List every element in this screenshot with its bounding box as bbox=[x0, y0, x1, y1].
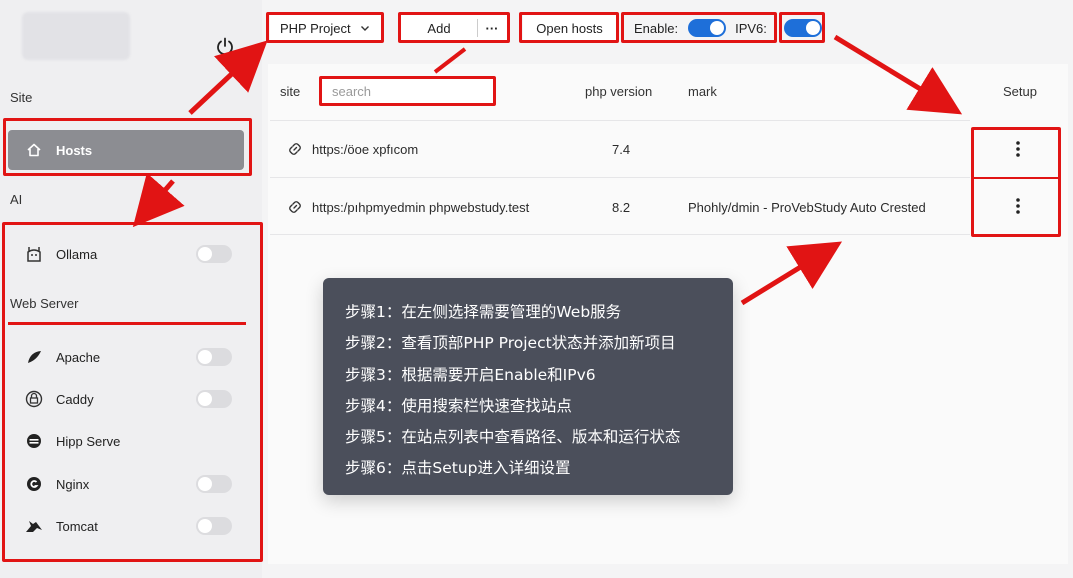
lock-icon bbox=[24, 389, 44, 409]
cat-icon bbox=[24, 516, 44, 536]
tomcat-toggle[interactable] bbox=[196, 517, 232, 535]
ipv6-label: IPV6: bbox=[735, 20, 767, 36]
sidebar-item-hosts[interactable]: Hosts bbox=[8, 130, 244, 170]
sidebar-item-caddy[interactable]: Caddy bbox=[24, 387, 232, 411]
sidebar: Site Hosts AI Ollama Web Server Apache C… bbox=[0, 0, 262, 578]
link-icon bbox=[289, 143, 301, 155]
step-text: 步骤1：在左侧选择需要管理的Web服务 bbox=[345, 303, 622, 321]
sidebar-item-label: Caddy bbox=[56, 391, 94, 407]
sidebar-item-nginx[interactable]: Nginx bbox=[24, 472, 232, 496]
divider bbox=[270, 120, 970, 121]
enable-toggle[interactable] bbox=[688, 19, 727, 37]
steps-tooltip: 步骤1：在左侧选择需要管理的Web服务 步骤2：查看顶部PHP Project状… bbox=[323, 278, 733, 495]
search-input[interactable] bbox=[322, 78, 494, 104]
column-header-mark: mark bbox=[688, 84, 717, 99]
sidebar-item-tomcat[interactable]: Tomcat bbox=[24, 514, 232, 538]
power-icon[interactable] bbox=[214, 36, 236, 58]
sidebar-item-label: Tomcat bbox=[56, 518, 98, 534]
section-label-ai: AI bbox=[10, 192, 23, 207]
sidebar-item-hipp-serve[interactable]: Hipp Serve bbox=[24, 429, 232, 453]
divider bbox=[270, 234, 970, 235]
chevron-down-icon bbox=[360, 26, 369, 31]
sidebar-item-label: Hipp Serve bbox=[56, 433, 121, 449]
apache-toggle[interactable] bbox=[196, 348, 232, 366]
llama-icon bbox=[24, 244, 44, 264]
step-text: 步骤5：在站点列表中查看路径、版本和运行状态 bbox=[345, 428, 681, 447]
project-select-label: PHP Project bbox=[280, 20, 351, 36]
sidebar-item-label: Nginx bbox=[56, 476, 90, 492]
open-hosts-button[interactable]: Open hosts bbox=[523, 14, 616, 42]
section-label-web-server: Web Server bbox=[10, 296, 79, 311]
column-header-site: site bbox=[280, 84, 301, 99]
section-label-site: Site bbox=[10, 90, 33, 105]
sidebar-item-label: Ollama bbox=[56, 246, 98, 262]
caddy-toggle[interactable] bbox=[196, 390, 232, 408]
step-text: 步骤3：根据需要开启Enable和IPv6 bbox=[345, 365, 596, 384]
sidebar-item-ollama[interactable]: Ollama bbox=[24, 242, 232, 266]
sidebar-item-apache[interactable]: Apache bbox=[24, 345, 232, 369]
site-url[interactable]: https:/pıhpmyedmin phpwebstudy.test bbox=[312, 200, 529, 215]
server-icon bbox=[24, 431, 44, 451]
php-version: 7.4 bbox=[612, 142, 631, 157]
divider bbox=[974, 177, 1058, 179]
divider bbox=[270, 177, 970, 178]
sidebar-item-label: Apache bbox=[56, 349, 101, 365]
sidebar-item-label: Hosts bbox=[56, 142, 93, 158]
site-url[interactable]: https:/öoe xpfıcom bbox=[312, 142, 418, 157]
ipv6-toggle[interactable] bbox=[784, 19, 822, 37]
step-text: 步骤4：使用搜索栏快速查找站点 bbox=[345, 396, 572, 415]
mark: Phohly/dmin - ProVebStudy Auto Crested bbox=[688, 200, 926, 215]
enable-control: Enable: IPV6: bbox=[624, 14, 774, 42]
home-icon bbox=[27, 143, 41, 157]
enable-label: Enable: bbox=[634, 20, 679, 36]
ollama-toggle[interactable] bbox=[196, 245, 232, 263]
underline-web-server bbox=[8, 322, 246, 325]
app-logo bbox=[22, 12, 130, 60]
step-text: 步骤6：点击Setup进入详细设置 bbox=[345, 459, 571, 478]
add-button[interactable]: Add bbox=[401, 21, 477, 36]
nginx-icon bbox=[24, 474, 44, 494]
more-vertical-icon[interactable] bbox=[1015, 140, 1021, 158]
add-button-group: Add ··· bbox=[401, 14, 507, 42]
column-header-php-version: php version bbox=[585, 84, 653, 99]
nginx-toggle[interactable] bbox=[196, 475, 232, 493]
ipv6-control bbox=[782, 14, 822, 42]
php-version: 8.2 bbox=[612, 200, 631, 215]
open-hosts-label: Open hosts bbox=[536, 20, 603, 36]
project-select[interactable]: PHP Project bbox=[270, 14, 382, 42]
step-text: 步骤2：查看顶部PHP Project状态并添加新项目 bbox=[345, 334, 676, 353]
column-header-setup: Setup bbox=[1003, 84, 1037, 99]
more-vertical-icon[interactable] bbox=[1015, 197, 1021, 215]
link-icon bbox=[289, 201, 301, 213]
feather-icon bbox=[24, 347, 44, 367]
more-button[interactable]: ··· bbox=[478, 21, 506, 36]
